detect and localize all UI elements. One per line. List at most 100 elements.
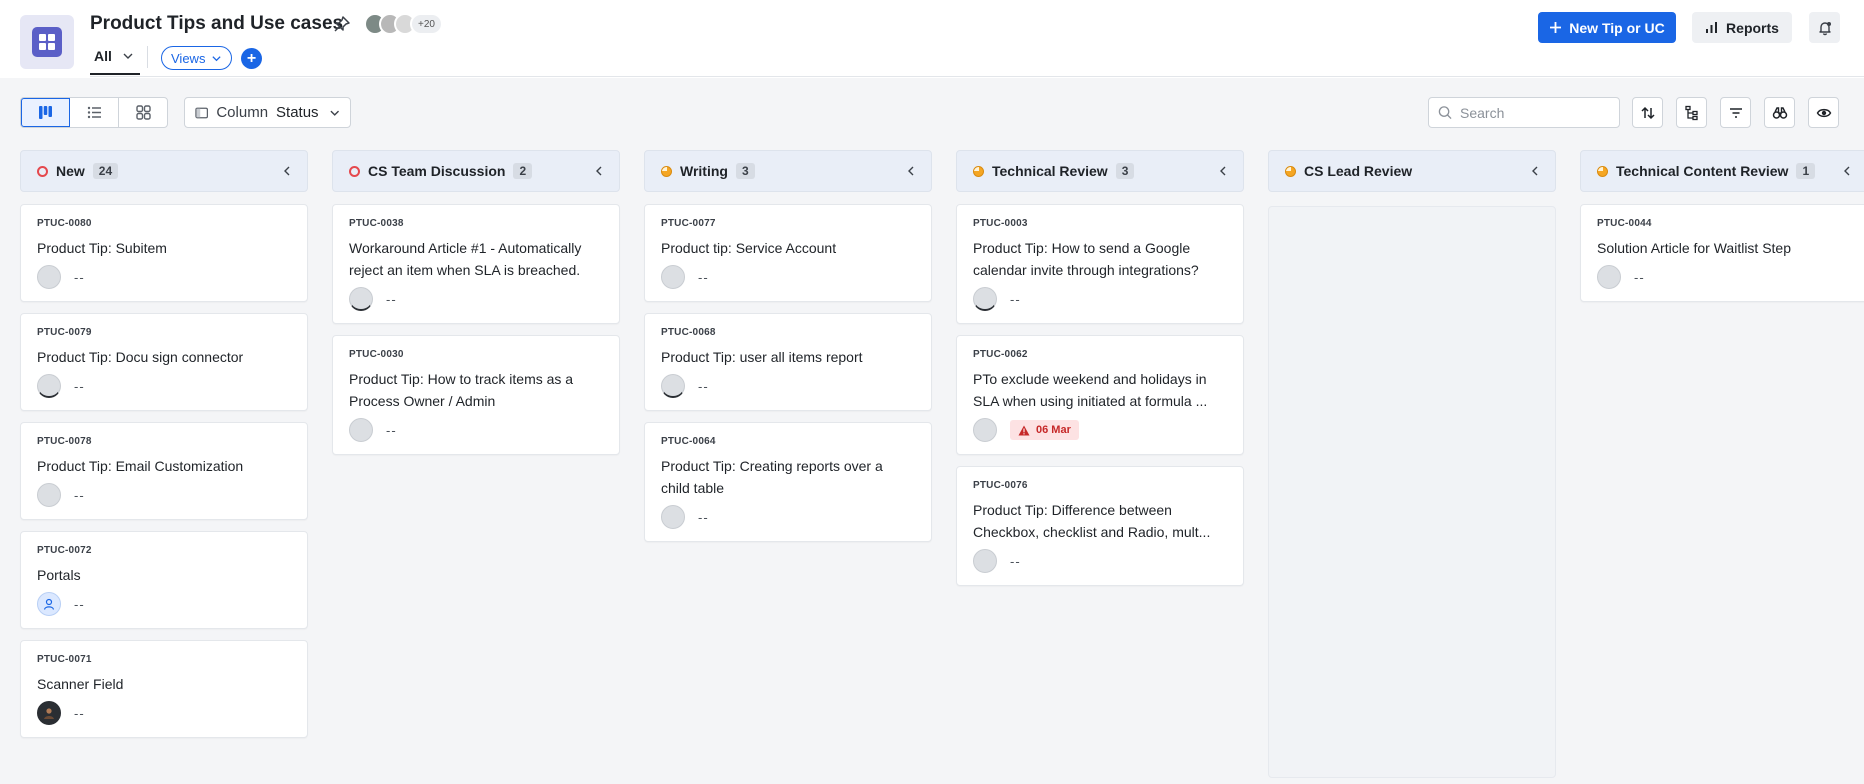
empty-avatar-icon[interactable] bbox=[1597, 265, 1621, 289]
due-date-badge[interactable]: 06 Mar bbox=[1010, 420, 1079, 440]
kanban-view-button[interactable] bbox=[21, 98, 70, 127]
sort-button[interactable] bbox=[1632, 97, 1663, 128]
empty-avatar-icon[interactable] bbox=[973, 418, 997, 442]
views-dropdown-button[interactable]: Views bbox=[161, 46, 233, 70]
task-card[interactable]: PTUC-0080 Product Tip: Subitem -- bbox=[20, 204, 308, 302]
column-header[interactable]: CS Team Discussion 2 bbox=[332, 150, 620, 192]
chevron-left-icon bbox=[1844, 166, 1850, 176]
eye-icon bbox=[1816, 108, 1831, 117]
collapse-column-button[interactable] bbox=[593, 165, 605, 177]
card-title: Product Tip: Email Customization bbox=[37, 458, 244, 474]
collapse-column-button[interactable] bbox=[281, 165, 293, 177]
empty-avatar-icon[interactable] bbox=[661, 374, 685, 398]
grid-view-button[interactable] bbox=[119, 98, 167, 127]
column-writing: Writing 3 PTUC-0077 Product tip: Service… bbox=[644, 150, 932, 784]
pin-icon[interactable] bbox=[333, 15, 353, 35]
empty-avatar-icon[interactable] bbox=[37, 265, 61, 289]
chevron-left-icon bbox=[284, 166, 290, 176]
kanban-icon bbox=[38, 106, 52, 119]
column-cards: PTUC-0080 Product Tip: Subitem -- PTUC-0… bbox=[20, 204, 308, 738]
task-card[interactable]: PTUC-0030 Product Tip: How to track item… bbox=[332, 335, 620, 455]
search-input[interactable] bbox=[1460, 104, 1610, 121]
task-card[interactable]: PTUC-0076 Product Tip: Difference betwee… bbox=[956, 466, 1244, 586]
column-header[interactable]: CS Lead Review bbox=[1268, 150, 1556, 192]
task-card[interactable]: PTUC-0077 Product tip: Service Account -… bbox=[644, 204, 932, 302]
user-icon[interactable] bbox=[37, 592, 61, 616]
task-card[interactable]: PTUC-0068 Product Tip: user all items re… bbox=[644, 313, 932, 411]
task-card[interactable]: PTUC-0078 Product Tip: Email Customizati… bbox=[20, 422, 308, 520]
column-count: 3 bbox=[735, 163, 755, 179]
collapse-column-button[interactable] bbox=[1841, 165, 1853, 177]
task-card[interactable]: PTUC-0038 Workaround Article #1 - Automa… bbox=[332, 204, 620, 324]
card-footer: -- bbox=[37, 483, 291, 507]
column-header[interactable]: Technical Content Review 1 bbox=[1580, 150, 1864, 192]
group-by-value: Status bbox=[276, 104, 319, 121]
group-by-column-select[interactable]: Column Status bbox=[184, 97, 351, 128]
card-title: PTo exclude weekend and holidays in SLA … bbox=[973, 371, 1208, 409]
views-label: Views bbox=[171, 50, 206, 66]
visibility-button[interactable] bbox=[1808, 97, 1839, 128]
collapse-column-button[interactable] bbox=[1529, 165, 1541, 177]
reports-button[interactable]: Reports bbox=[1692, 12, 1792, 43]
empty-avatar-icon[interactable] bbox=[661, 505, 685, 529]
column-header[interactable]: New 24 bbox=[20, 150, 308, 192]
task-card[interactable]: PTUC-0079 Product Tip: Docu sign connect… bbox=[20, 313, 308, 411]
card-assignee: -- bbox=[386, 291, 397, 307]
add-view-button[interactable]: + bbox=[241, 48, 262, 69]
card-assignee: -- bbox=[74, 378, 85, 394]
chevron-left-icon bbox=[1532, 166, 1538, 176]
column-count: 24 bbox=[92, 163, 119, 179]
empty-avatar-icon[interactable] bbox=[37, 483, 61, 507]
app-icon[interactable] bbox=[20, 15, 74, 69]
status-in-progress-icon bbox=[1597, 165, 1608, 177]
card-title: Portals bbox=[37, 567, 81, 583]
status-open-icon bbox=[349, 165, 360, 177]
task-card[interactable]: PTUC-0003 Product Tip: How to send a Goo… bbox=[956, 204, 1244, 324]
collapse-column-button[interactable] bbox=[905, 165, 917, 177]
chevron-down-icon bbox=[123, 53, 133, 59]
card-footer: 06 Mar bbox=[973, 418, 1227, 442]
empty-avatar-icon[interactable] bbox=[661, 265, 685, 289]
filter-button[interactable] bbox=[1720, 97, 1751, 128]
empty-avatar-icon[interactable] bbox=[349, 418, 373, 442]
task-card[interactable]: PTUC-0044 Solution Article for Waitlist … bbox=[1580, 204, 1864, 302]
empty-avatar-icon[interactable] bbox=[973, 287, 997, 311]
empty-column-dropzone[interactable] bbox=[1268, 206, 1556, 778]
sort-icon bbox=[1640, 106, 1655, 119]
task-card[interactable]: PTUC-0062 PTo exclude weekend and holida… bbox=[956, 335, 1244, 455]
hierarchy-button[interactable] bbox=[1676, 97, 1707, 128]
view-selector[interactable]: All bbox=[94, 48, 134, 64]
column-technical-review: Technical Review 3 PTUC-0003 Product Tip… bbox=[956, 150, 1244, 784]
empty-avatar-icon[interactable] bbox=[349, 287, 373, 311]
due-date-text: 06 Mar bbox=[1036, 424, 1071, 436]
chevron-down-icon bbox=[212, 55, 222, 61]
collapse-column-button[interactable] bbox=[1217, 165, 1229, 177]
new-tip-button[interactable]: New Tip or UC bbox=[1538, 12, 1676, 43]
notifications-button[interactable] bbox=[1809, 12, 1840, 43]
card-footer: -- bbox=[349, 418, 603, 442]
empty-avatar-icon[interactable] bbox=[37, 374, 61, 398]
card-footer: -- bbox=[973, 549, 1227, 573]
active-view-underline bbox=[90, 73, 140, 75]
task-card[interactable]: PTUC-0071 Scanner Field -- bbox=[20, 640, 308, 738]
find-button[interactable] bbox=[1764, 97, 1795, 128]
divider bbox=[90, 76, 1864, 77]
empty-avatar-icon[interactable] bbox=[973, 549, 997, 573]
card-footer: -- bbox=[973, 287, 1227, 311]
status-in-progress-icon bbox=[661, 165, 672, 177]
columns-icon bbox=[195, 107, 209, 118]
list-icon bbox=[87, 106, 101, 119]
hierarchy-icon bbox=[1684, 105, 1698, 120]
column-header[interactable]: Writing 3 bbox=[644, 150, 932, 192]
column-header[interactable]: Technical Review 3 bbox=[956, 150, 1244, 192]
collaborators-stack[interactable]: +20 bbox=[364, 13, 443, 35]
avatar[interactable] bbox=[37, 701, 61, 725]
card-assignee: -- bbox=[74, 705, 85, 721]
task-card[interactable]: PTUC-0072 Portals -- bbox=[20, 531, 308, 629]
card-title: Scanner Field bbox=[37, 676, 124, 692]
task-card[interactable]: PTUC-0064 Product Tip: Creating reports … bbox=[644, 422, 932, 542]
list-view-button[interactable] bbox=[70, 98, 119, 127]
card-id: PTUC-0080 bbox=[37, 218, 92, 229]
page-title: Product Tips and Use cases bbox=[90, 13, 344, 34]
card-title: Product tip: Service Account bbox=[661, 240, 837, 256]
